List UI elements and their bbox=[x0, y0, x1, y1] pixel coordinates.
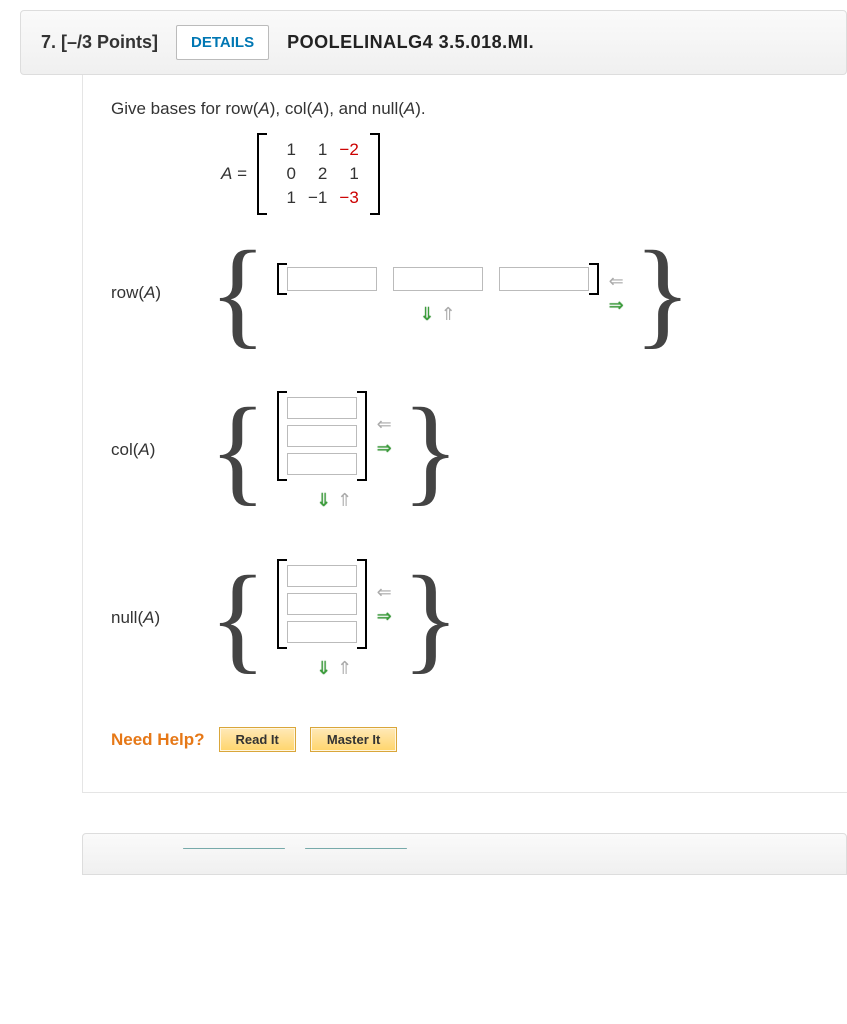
col-space-label: col(A) bbox=[111, 440, 191, 460]
add-row-down-icon[interactable]: ⇓ bbox=[316, 491, 331, 509]
question-header: 7. [–/3 Points] DETAILS POOLELINALG4 3.5… bbox=[20, 10, 847, 75]
help-row: Need Help? Read It Master It bbox=[111, 727, 847, 752]
right-brace-icon: } bbox=[634, 245, 692, 341]
right-brace-icon: } bbox=[402, 570, 460, 666]
left-brace-icon: { bbox=[209, 245, 267, 341]
row-entry-3[interactable] bbox=[499, 267, 589, 291]
remove-col-left-icon[interactable]: ⇐ bbox=[609, 272, 624, 290]
add-col-right-icon[interactable]: ⇒ bbox=[377, 439, 392, 457]
row-entry-1[interactable] bbox=[287, 267, 377, 291]
peek-slot-2 bbox=[305, 848, 407, 849]
col-entry-2[interactable] bbox=[287, 425, 357, 447]
null-entry-3[interactable] bbox=[287, 621, 357, 643]
col-space-row: col(A) { ⇐ ⇒ bbox=[111, 391, 847, 509]
null-space-row: null(A) { ⇐ ⇒ bbox=[111, 559, 847, 677]
peek-slot-1 bbox=[183, 848, 285, 849]
matrix-definition: A = 11−2 021 1−1−3 bbox=[221, 133, 847, 215]
add-col-right-icon[interactable]: ⇒ bbox=[609, 296, 624, 314]
right-brace-icon: } bbox=[402, 402, 460, 498]
null-entry-1[interactable] bbox=[287, 565, 357, 587]
question-body: Give bases for row(A), col(A), and null(… bbox=[82, 75, 847, 793]
row-space-row: row(A) { ⇓ ⇑ ⇐ ⇒ bbox=[111, 245, 847, 341]
question-number: 7. [–/3 Points] bbox=[41, 32, 158, 53]
left-brace-icon: { bbox=[209, 402, 267, 498]
col-vector-input bbox=[277, 391, 367, 481]
add-col-right-icon[interactable]: ⇒ bbox=[377, 607, 392, 625]
row-space-label: row(A) bbox=[111, 283, 191, 303]
null-entry-2[interactable] bbox=[287, 593, 357, 615]
remove-row-up-icon[interactable]: ⇑ bbox=[441, 305, 456, 323]
left-brace-icon: { bbox=[209, 570, 267, 666]
details-button[interactable]: DETAILS bbox=[176, 25, 269, 60]
matrix-A: 11−2 021 1−1−3 bbox=[257, 133, 380, 215]
remove-row-up-icon[interactable]: ⇑ bbox=[337, 659, 352, 677]
null-space-label: null(A) bbox=[111, 608, 191, 628]
master-it-button[interactable]: Master It bbox=[310, 727, 397, 752]
row-entry-2[interactable] bbox=[393, 267, 483, 291]
add-row-down-icon[interactable]: ⇓ bbox=[420, 305, 435, 323]
need-help-label: Need Help? bbox=[111, 730, 205, 750]
row-vector-input bbox=[277, 263, 599, 295]
null-vector-input bbox=[277, 559, 367, 649]
add-row-down-icon[interactable]: ⇓ bbox=[316, 659, 331, 677]
col-entry-3[interactable] bbox=[287, 453, 357, 475]
remove-col-left-icon[interactable]: ⇐ bbox=[377, 415, 392, 433]
read-it-button[interactable]: Read It bbox=[219, 727, 296, 752]
question-code: POOLELINALG4 3.5.018.MI. bbox=[287, 32, 534, 53]
col-entry-1[interactable] bbox=[287, 397, 357, 419]
instruction-text: Give bases for row(A), col(A), and null(… bbox=[111, 99, 847, 119]
remove-row-up-icon[interactable]: ⇑ bbox=[337, 491, 352, 509]
next-question-header-peek bbox=[82, 833, 847, 875]
remove-col-left-icon[interactable]: ⇐ bbox=[377, 583, 392, 601]
